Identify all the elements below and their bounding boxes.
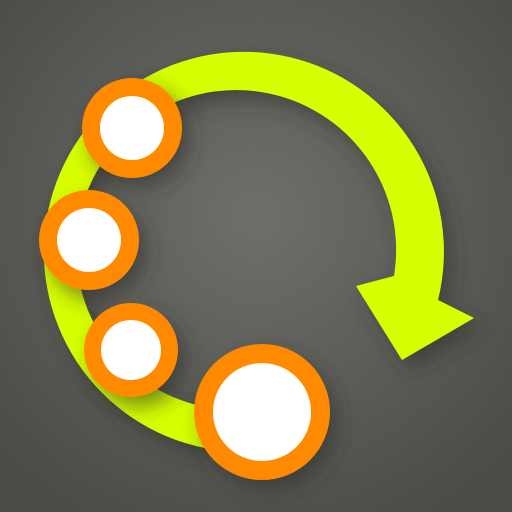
app-icon xyxy=(0,0,512,512)
node-top-fill xyxy=(100,96,164,160)
circular-arrow-with-nodes-icon xyxy=(0,0,512,512)
node-middle-fill xyxy=(57,208,121,272)
node-bottom-fill xyxy=(213,363,311,461)
node-lower-fill xyxy=(101,320,161,380)
